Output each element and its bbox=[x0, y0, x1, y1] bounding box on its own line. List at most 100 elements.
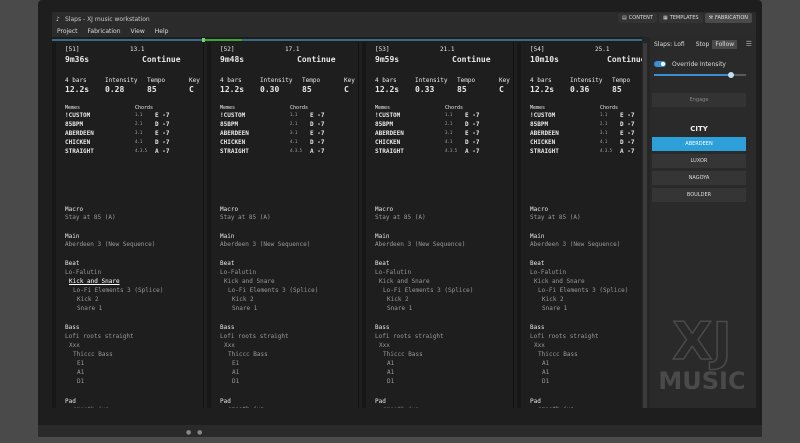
city-aberdeen[interactable]: ABERDEEN bbox=[652, 137, 746, 151]
city-nagoya[interactable]: NAGOYA bbox=[652, 171, 746, 185]
beat-program[interactable]: Lo-Falutin bbox=[220, 269, 256, 276]
macro-program[interactable]: Stay at 85 (A) bbox=[375, 214, 426, 221]
chord-item[interactable]: E -7 bbox=[465, 130, 479, 137]
meme-item[interactable]: ABERDEEN bbox=[375, 130, 404, 137]
bass-instrument[interactable]: Thiccc Bass bbox=[228, 351, 268, 358]
meme-item[interactable]: 85BPM bbox=[220, 121, 238, 128]
bass-instrument[interactable]: Thiccc Bass bbox=[383, 351, 423, 358]
meme-item[interactable]: STRAIGHT bbox=[220, 148, 249, 155]
fabrication-button[interactable]: ⚒ FABRICATION bbox=[704, 13, 752, 23]
chord-item[interactable]: D -7 bbox=[310, 139, 324, 146]
stop-button[interactable]: Stop bbox=[696, 41, 710, 48]
chord-item[interactable]: D -7 bbox=[465, 121, 479, 128]
meme-item[interactable]: ABERDEEN bbox=[65, 130, 94, 137]
beat-voice[interactable]: Kick and Snare bbox=[69, 278, 120, 285]
meme-item[interactable]: !CUSTOM bbox=[220, 112, 245, 119]
macro-program[interactable]: Stay at 85 (A) bbox=[65, 214, 116, 221]
override-intensity-toggle[interactable] bbox=[654, 61, 666, 67]
chord-item[interactable]: D -7 bbox=[155, 121, 169, 128]
bass-instrument[interactable]: Thiccc Bass bbox=[538, 351, 578, 358]
bass-program[interactable]: Lofi roots straight bbox=[375, 333, 444, 340]
macro-program[interactable]: Stay at 85 (A) bbox=[530, 214, 581, 221]
scrollbar-thumb[interactable] bbox=[643, 43, 647, 408]
meme-item[interactable]: 85BPM bbox=[375, 121, 393, 128]
bass-note: A1 bbox=[387, 369, 395, 376]
chord-item[interactable]: A -7 bbox=[465, 148, 479, 155]
menu-icon[interactable]: ☰ bbox=[746, 40, 752, 48]
chord-item[interactable]: A -7 bbox=[620, 148, 634, 155]
bass-program[interactable]: Lofi roots straight bbox=[65, 333, 134, 340]
chord-item[interactable]: D -7 bbox=[465, 139, 479, 146]
beat-program[interactable]: Lo-Falutin bbox=[375, 269, 411, 276]
main-program[interactable]: Aberdeen 3 (New Sequence) bbox=[375, 241, 465, 248]
intensity-slider[interactable] bbox=[654, 72, 746, 78]
beat-instrument[interactable]: Lo-Fi Elements 3 (Splice) bbox=[383, 287, 473, 294]
menu-project[interactable]: Project bbox=[57, 28, 78, 35]
templates-button[interactable]: ▦ TEMPLATES bbox=[658, 13, 703, 23]
bass-program[interactable]: Lofi roots straight bbox=[220, 333, 289, 340]
beat-instrument[interactable]: Lo-Fi Elements 3 (Splice) bbox=[538, 287, 628, 294]
meme-item[interactable]: CHICKEN bbox=[220, 139, 245, 146]
chord-item[interactable]: E -7 bbox=[620, 130, 634, 137]
menu-fabrication[interactable]: Fabrication bbox=[88, 28, 121, 35]
chord-item[interactable]: A -7 bbox=[155, 148, 169, 155]
beat-instrument[interactable]: Lo-Fi Elements 3 (Splice) bbox=[228, 287, 318, 294]
beat-voice[interactable]: Kick and Snare bbox=[379, 278, 430, 285]
meme-item[interactable]: 85BPM bbox=[530, 121, 548, 128]
meme-item[interactable]: CHICKEN bbox=[530, 139, 555, 146]
chord-item[interactable]: E -7 bbox=[310, 130, 324, 137]
chord-item[interactable]: E -7 bbox=[155, 130, 169, 137]
chord-item[interactable]: E -7 bbox=[310, 112, 324, 119]
pad-program[interactable]: smooth jup bbox=[383, 406, 419, 408]
chord-item[interactable]: D -7 bbox=[620, 139, 634, 146]
playhead[interactable] bbox=[202, 38, 205, 42]
meme-item[interactable]: CHICKEN bbox=[65, 139, 90, 146]
macro-program[interactable]: Stay at 85 (A) bbox=[220, 214, 271, 221]
menu-view[interactable]: View bbox=[131, 28, 145, 35]
main-program[interactable]: Aberdeen 3 (New Sequence) bbox=[65, 241, 155, 248]
meme-item[interactable]: CHICKEN bbox=[375, 139, 400, 146]
bass-voice[interactable]: Xxx bbox=[69, 342, 80, 349]
chord-item[interactable]: E -7 bbox=[155, 112, 169, 119]
intensity-slider-knob[interactable] bbox=[728, 72, 735, 78]
bass-instrument[interactable]: Thiccc Bass bbox=[73, 351, 113, 358]
chord-item[interactable]: D -7 bbox=[310, 121, 324, 128]
bass-voice[interactable]: Xxx bbox=[534, 342, 545, 349]
meme-item[interactable]: STRAIGHT bbox=[530, 148, 559, 155]
chord-item[interactable]: E -7 bbox=[465, 112, 479, 119]
meme-item[interactable]: ABERDEEN bbox=[220, 130, 249, 137]
pad-program[interactable]: smooth jup bbox=[538, 406, 574, 408]
beat-program[interactable]: Lo-Falutin bbox=[65, 269, 101, 276]
chord-item[interactable]: A -7 bbox=[310, 148, 324, 155]
meme-item[interactable]: 85BPM bbox=[65, 121, 83, 128]
bass-voice[interactable]: Xxx bbox=[224, 342, 235, 349]
chord-item[interactable]: D -7 bbox=[620, 121, 634, 128]
meme-item[interactable]: !CUSTOM bbox=[375, 112, 400, 119]
main-program[interactable]: Aberdeen 3 (New Sequence) bbox=[530, 241, 620, 248]
meme-item[interactable]: !CUSTOM bbox=[530, 112, 555, 119]
beat-voice[interactable]: Kick and Snare bbox=[224, 278, 275, 285]
main-program[interactable]: Aberdeen 3 (New Sequence) bbox=[220, 241, 310, 248]
beat-program[interactable]: Lo-Falutin bbox=[530, 269, 566, 276]
vertical-scrollbar[interactable] bbox=[642, 43, 648, 408]
meme-item[interactable]: ABERDEEN bbox=[530, 130, 559, 137]
beat-voice[interactable]: Kick and Snare bbox=[534, 278, 585, 285]
chord-position: 2.1 bbox=[135, 121, 143, 126]
meme-item[interactable]: STRAIGHT bbox=[375, 148, 404, 155]
city-luxor[interactable]: LUXOR bbox=[652, 154, 746, 168]
engage-button[interactable]: Engage bbox=[652, 93, 746, 107]
follow-button[interactable]: Follow bbox=[712, 39, 738, 49]
city-boulder[interactable]: BOULDER bbox=[652, 188, 746, 202]
bass-program[interactable]: Lofi roots straight bbox=[530, 333, 599, 340]
chord-item[interactable]: E -7 bbox=[620, 112, 634, 119]
content-button[interactable]: ▤ CONTENT bbox=[618, 13, 657, 23]
pad-program[interactable]: smooth jup bbox=[228, 406, 264, 408]
template-selector[interactable]: Slaps: Lofi bbox=[654, 41, 685, 48]
beat-instrument[interactable]: Lo-Fi Elements 3 (Splice) bbox=[73, 287, 163, 294]
pad-program[interactable]: smooth jup bbox=[73, 406, 109, 408]
chord-item[interactable]: D -7 bbox=[155, 139, 169, 146]
meme-item[interactable]: STRAIGHT bbox=[65, 148, 94, 155]
meme-item[interactable]: !CUSTOM bbox=[65, 112, 90, 119]
menu-help[interactable]: Help bbox=[155, 28, 169, 35]
bass-voice[interactable]: Xxx bbox=[379, 342, 390, 349]
